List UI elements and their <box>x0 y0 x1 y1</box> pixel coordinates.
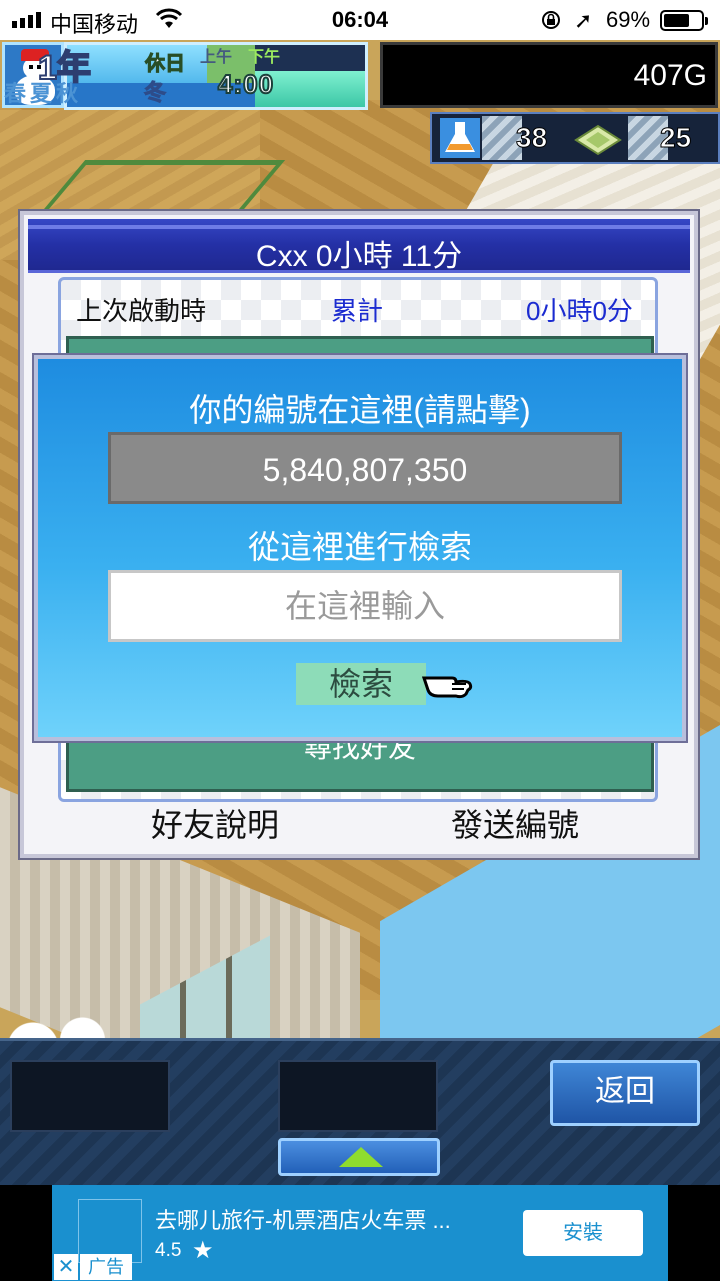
player-id-value[interactable]: 5,840,807,350 <box>108 452 622 489</box>
resource-bar: 38 25 <box>430 112 720 164</box>
day-off-label: 休日 <box>145 53 186 76</box>
total-label: 累計 <box>331 296 384 326</box>
battery-percent: 69% <box>606 7 651 32</box>
pm-label: 下午 <box>248 49 281 66</box>
search-button[interactable]: 檢索 <box>296 663 426 705</box>
send-id-button[interactable]: 發送編號 <box>420 800 610 850</box>
expand-menu-button[interactable] <box>278 1138 440 1176</box>
game-clock: 4:00 <box>217 68 275 100</box>
empty-slot-center[interactable] <box>278 1060 438 1132</box>
rotation-lock-icon <box>542 11 560 29</box>
ad-rating: 4.5 <box>155 1240 182 1261</box>
location-icon: ➚ <box>574 8 593 33</box>
gold-value: 407G <box>633 59 707 92</box>
friend-help-button[interactable]: 好友說明 <box>120 800 310 850</box>
season-inactive: 春夏秋 <box>4 81 83 106</box>
search-prompt-label: 從這裡進行檢索 <box>247 529 472 565</box>
star-icon: ★ <box>192 1237 214 1264</box>
empty-slot-left[interactable] <box>10 1060 170 1132</box>
id-prompt-label: 你的編號在這裡(請點擊) <box>189 392 531 428</box>
research-points-value: 38 <box>515 122 548 154</box>
snow-bushes <box>0 1000 110 1040</box>
battery-icon <box>660 10 708 31</box>
friend-id-search-input[interactable] <box>108 570 622 642</box>
ticket-icon <box>574 124 622 156</box>
up-arrow-icon <box>339 1147 383 1167</box>
back-button[interactable]: 返回 <box>550 1060 700 1126</box>
last-launch-label: 上次啟動時 <box>76 296 207 326</box>
ad-label: 广告 <box>80 1254 132 1280</box>
gold-counter: 407G <box>380 42 718 108</box>
friend-dialog-header: Cxx 0小時 11分 <box>28 219 690 273</box>
season-current: 冬 <box>143 80 167 106</box>
ticket-count-value: 25 <box>659 122 692 154</box>
pointing-hand-icon <box>422 676 473 699</box>
game-hud: 1年 休日 上午 下午 春夏秋 冬 4:00 407G <box>0 40 720 112</box>
am-label: 上午 <box>200 49 233 66</box>
ad-install-button[interactable]: 安裝 <box>523 1210 643 1256</box>
total-time-value: 0小時0分 <box>526 296 633 326</box>
friend-dialog-title: Cxx 0小時 11分 <box>255 240 463 273</box>
ios-status-bar: 中国移动 06:04 ➚ 69% <box>0 0 720 40</box>
ad-title[interactable]: 去哪儿旅行-机票酒店火车票 ... <box>155 1203 451 1235</box>
ad-close-icon[interactable]: ✕ <box>54 1254 78 1280</box>
research-flask-icon <box>440 118 480 158</box>
